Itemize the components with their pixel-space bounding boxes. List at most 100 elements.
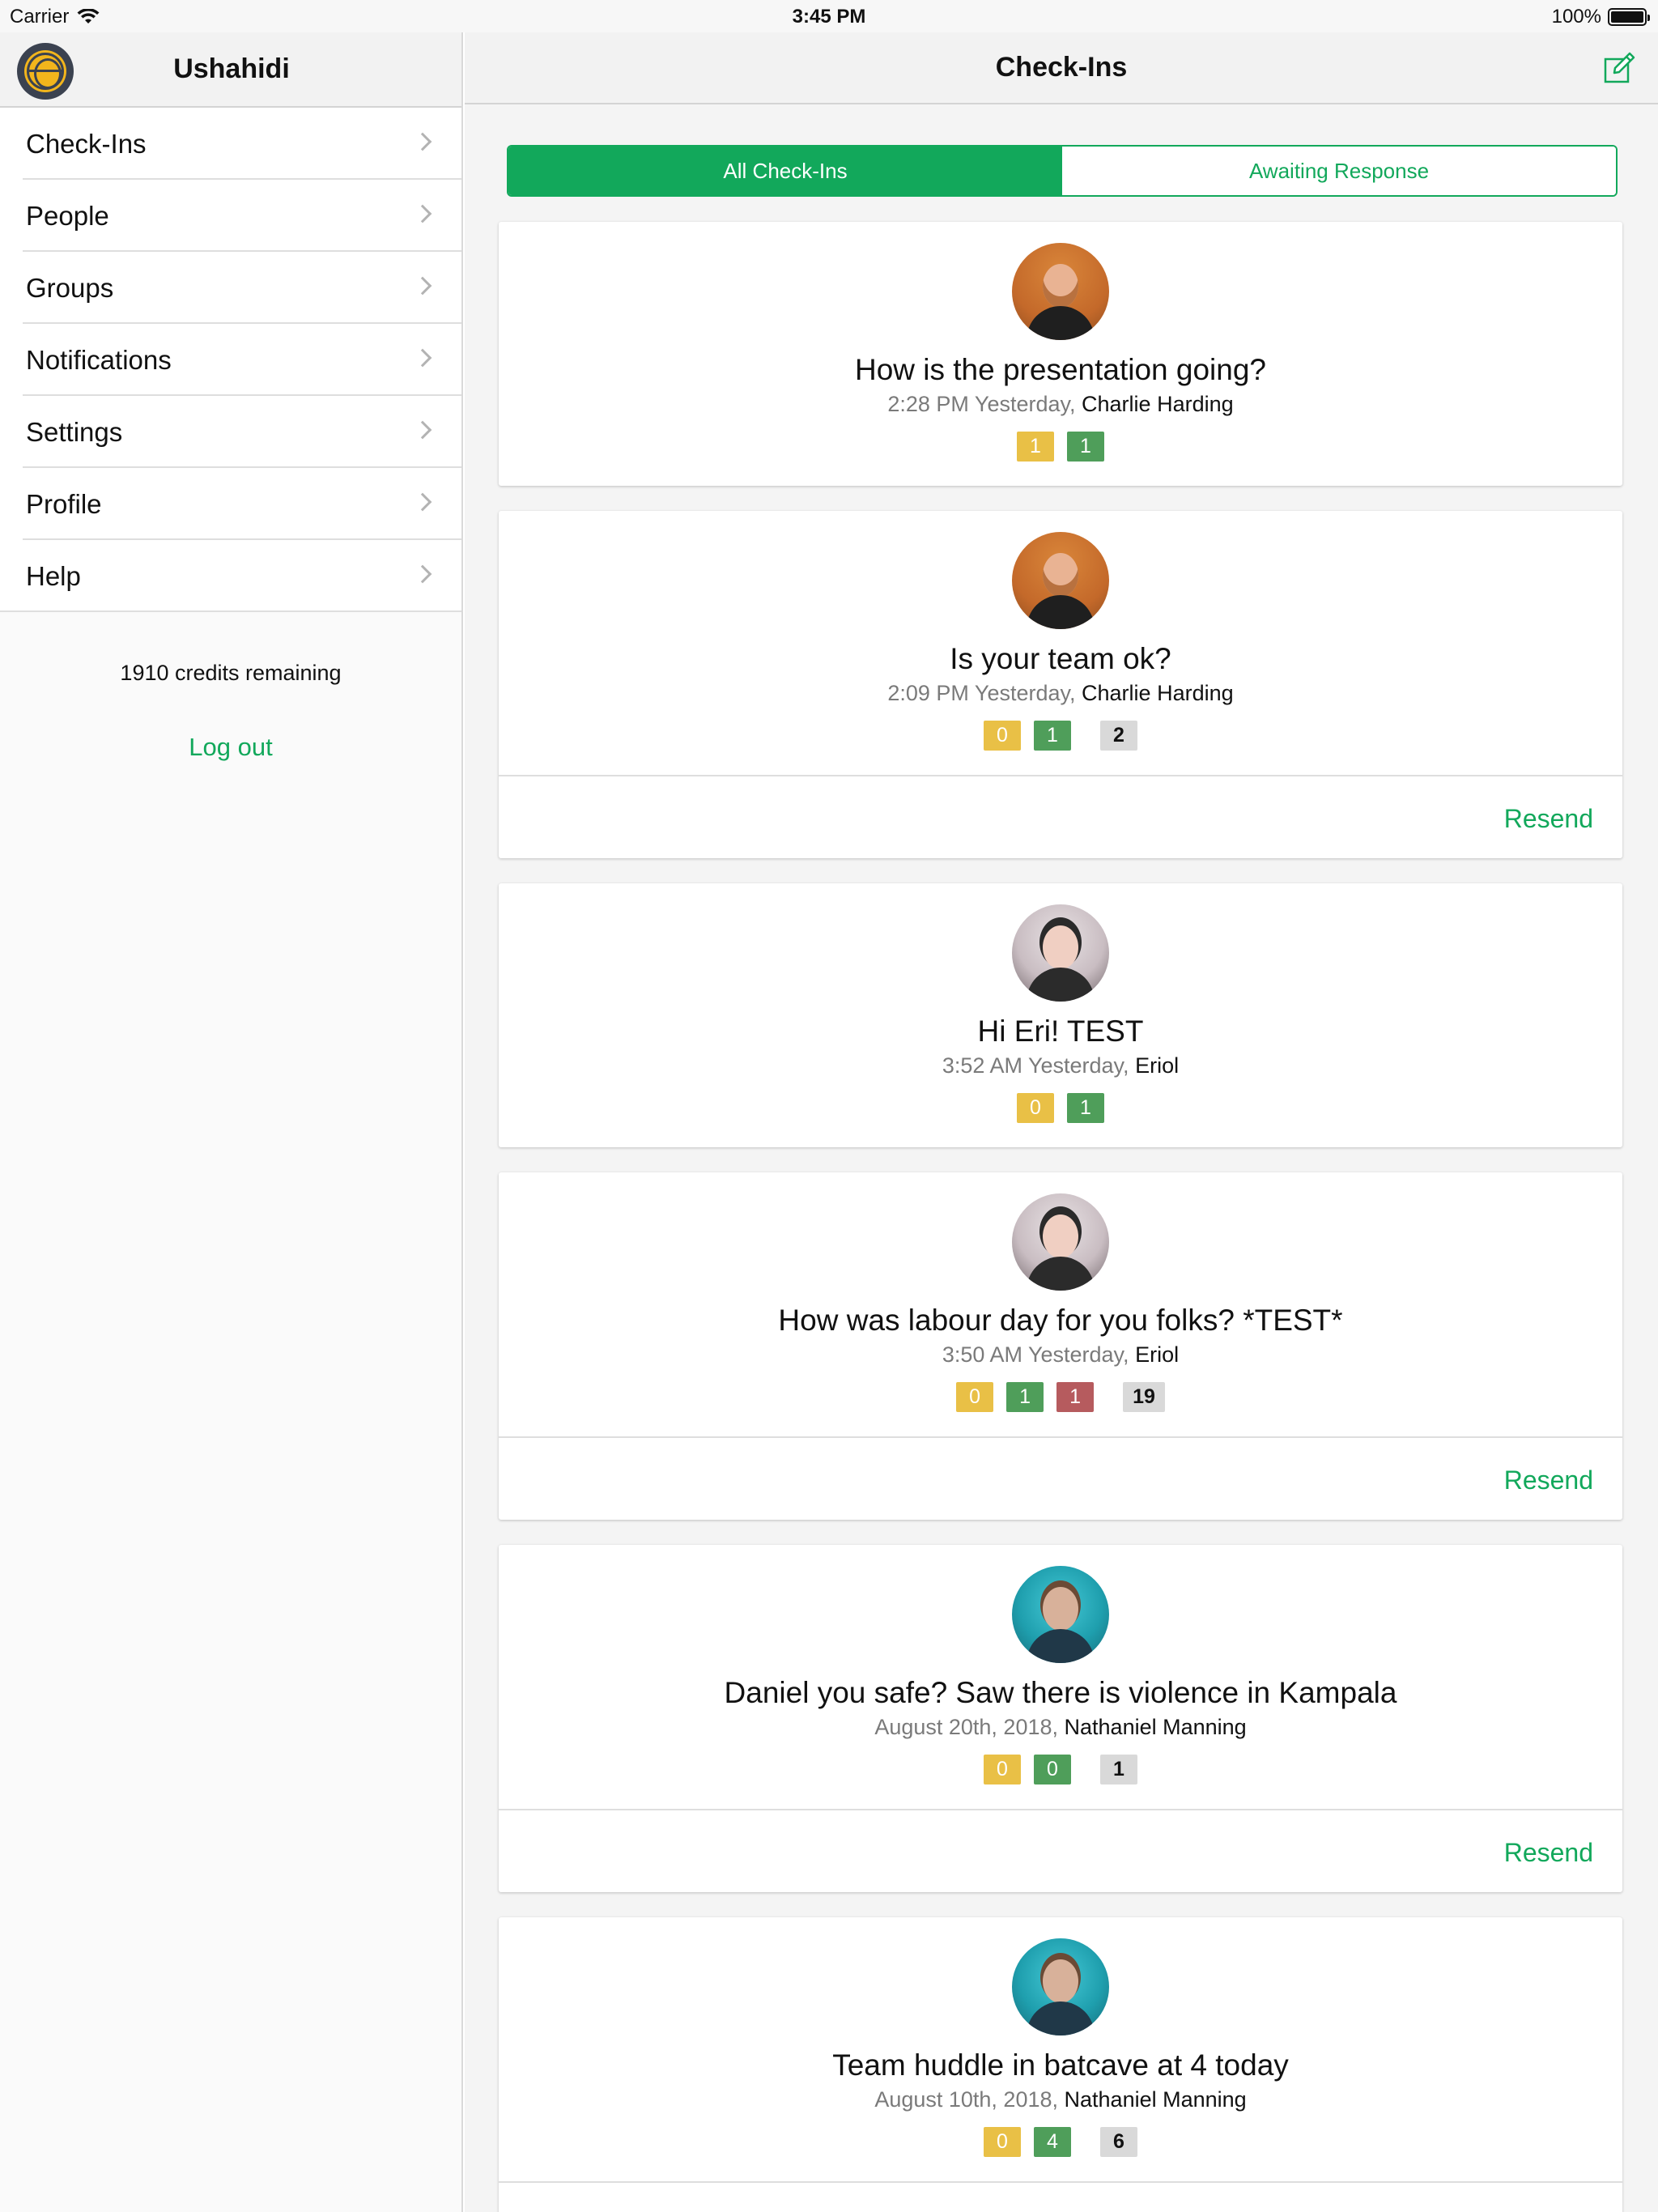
- chevron-right-icon: [413, 420, 432, 440]
- sidebar: Ushahidi Check-Ins People Groups Notific…: [0, 32, 463, 2212]
- check-in-time: August 10th, 2018,: [874, 2087, 1058, 2112]
- chevron-right-icon: [413, 204, 432, 223]
- avatar: [1012, 243, 1109, 340]
- avatar: [1012, 1193, 1109, 1291]
- response-badges: 0 0 1: [499, 1755, 1622, 1784]
- sidebar-item-label: Notifications: [26, 344, 172, 375]
- check-in-meta: August 10th, 2018, Nathaniel Manning: [499, 2087, 1622, 2112]
- check-in-card[interactable]: Team huddle in batcave at 4 today August…: [499, 1917, 1622, 2212]
- check-in-card[interactable]: Hi Eri! TEST 3:52 AM Yesterday, Eriol 0 …: [499, 883, 1622, 1147]
- resend-button[interactable]: Resend: [1504, 804, 1593, 834]
- no-response-count-badge: 2: [1100, 721, 1137, 751]
- card-footer: Resend: [499, 775, 1622, 858]
- ok-count-badge: 1: [1067, 432, 1104, 462]
- no-response-count-badge: 1: [1100, 1755, 1137, 1784]
- check-in-meta: August 20th, 2018, Nathaniel Manning: [499, 1715, 1622, 1740]
- card-footer: [499, 2181, 1622, 2212]
- check-in-question: Daniel you safe? Saw there is violence i…: [724, 1676, 1397, 1709]
- credits-remaining: 1910 credits remaining: [120, 661, 342, 685]
- check-in-author: Charlie Harding: [1082, 681, 1234, 705]
- sidebar-item-check-ins[interactable]: Check-Ins: [0, 108, 461, 180]
- sidebar-item-help[interactable]: Help: [0, 540, 461, 612]
- response-badges: 0 1 1 19: [499, 1382, 1622, 1412]
- ok-count-badge: 4: [1034, 2127, 1071, 2157]
- status-bar: Carrier 3:45 PM 100%: [0, 0, 1658, 32]
- resend-button[interactable]: Resend: [1504, 1465, 1593, 1495]
- check-in-time: 2:28 PM Yesterday,: [887, 392, 1076, 416]
- check-in-card[interactable]: How was labour day for you folks? *TEST*…: [499, 1172, 1622, 1520]
- chevron-right-icon: [413, 492, 432, 512]
- check-in-question: Is your team ok?: [950, 642, 1171, 675]
- check-in-filter: All Check-Ins Awaiting Response: [507, 145, 1618, 197]
- avatar: [1012, 1566, 1109, 1663]
- tab-all-check-ins[interactable]: All Check-Ins: [508, 147, 1062, 195]
- check-in-author: Nathaniel Manning: [1064, 2087, 1247, 2112]
- sidebar-item-people[interactable]: People: [0, 180, 461, 252]
- response-badges: 0 4 6: [499, 2127, 1622, 2157]
- sidebar-item-settings[interactable]: Settings: [0, 396, 461, 468]
- tab-awaiting-response[interactable]: Awaiting Response: [1062, 147, 1616, 195]
- check-in-question: How was labour day for you folks? *TEST*: [778, 1304, 1343, 1337]
- card-footer: Resend: [499, 1436, 1622, 1520]
- ok-count-badge: 1: [1006, 1382, 1044, 1412]
- main-panel: Check-Ins All Check-Ins Awaiting Respons…: [465, 32, 1658, 2212]
- check-in-author: Nathaniel Manning: [1064, 1715, 1247, 1739]
- check-in-question: Team huddle in batcave at 4 today: [832, 2048, 1289, 2082]
- ok-count-badge: 1: [1067, 1093, 1104, 1123]
- no-response-count-badge: 19: [1123, 1382, 1165, 1412]
- chevron-right-icon: [413, 564, 432, 584]
- card-footer: Resend: [499, 1809, 1622, 1892]
- avatar: [1012, 1938, 1109, 2035]
- check-in-time: 3:50 AM Yesterday,: [942, 1342, 1129, 1367]
- ok-count-badge: 0: [1034, 1755, 1071, 1784]
- pending-count-badge: 0: [956, 1382, 994, 1412]
- compose-icon[interactable]: [1603, 52, 1635, 84]
- response-badges: 1 1: [499, 432, 1622, 462]
- sidebar-item-label: Check-Ins: [26, 128, 147, 159]
- sidebar-item-label: People: [26, 200, 109, 231]
- pending-count-badge: 0: [1017, 1093, 1054, 1123]
- sidebar-item-label: Groups: [26, 272, 114, 303]
- sidebar-menu: Check-Ins People Groups Notifications Se…: [0, 108, 461, 612]
- app-title: Ushahidi: [173, 53, 290, 84]
- response-badges: 0 1: [499, 1093, 1622, 1123]
- check-in-author: Charlie Harding: [1082, 392, 1234, 416]
- battery-percent: 100%: [1551, 6, 1601, 28]
- check-in-meta: 3:50 AM Yesterday, Eriol: [499, 1342, 1622, 1368]
- check-in-meta: 3:52 AM Yesterday, Eriol: [499, 1053, 1622, 1078]
- check-in-question: Hi Eri! TEST: [977, 1015, 1144, 1048]
- battery-icon: [1608, 8, 1650, 26]
- avatar: [1012, 532, 1109, 629]
- check-in-meta: 2:09 PM Yesterday, Charlie Harding: [499, 681, 1622, 706]
- sidebar-item-label: Settings: [26, 416, 123, 447]
- chevron-right-icon: [413, 348, 432, 368]
- check-in-card[interactable]: Daniel you safe? Saw there is violence i…: [499, 1545, 1622, 1892]
- page-title: Check-Ins: [995, 52, 1128, 83]
- pending-count-badge: 0: [984, 1755, 1021, 1784]
- check-in-meta: 2:28 PM Yesterday, Charlie Harding: [499, 392, 1622, 417]
- check-in-time: August 20th, 2018,: [874, 1715, 1058, 1739]
- logout-button[interactable]: Log out: [189, 733, 272, 762]
- sidebar-item-notifications[interactable]: Notifications: [0, 324, 461, 396]
- sidebar-item-profile[interactable]: Profile: [0, 468, 461, 540]
- battery-indicator: 100%: [1551, 6, 1650, 28]
- clock: 3:45 PM: [792, 6, 866, 28]
- sidebar-item-label: Help: [26, 560, 81, 591]
- nav-bar: Check-Ins: [465, 32, 1658, 104]
- check-in-time: 3:52 AM Yesterday,: [942, 1053, 1129, 1078]
- check-in-time: 2:09 PM Yesterday,: [887, 681, 1076, 705]
- resend-button[interactable]: Resend: [1504, 1838, 1593, 1868]
- check-in-card[interactable]: How is the presentation going? 2:28 PM Y…: [499, 222, 1622, 486]
- check-in-list: How is the presentation going? 2:28 PM Y…: [499, 222, 1622, 2212]
- sidebar-item-groups[interactable]: Groups: [0, 252, 461, 324]
- response-badges: 0 1 2: [499, 721, 1622, 751]
- check-in-author: Eriol: [1135, 1053, 1180, 1078]
- check-in-question: How is the presentation going?: [854, 353, 1267, 386]
- chevron-right-icon: [413, 276, 432, 296]
- check-in-card[interactable]: Is your team ok? 2:09 PM Yesterday, Char…: [499, 511, 1622, 858]
- sidebar-item-label: Profile: [26, 488, 102, 519]
- chevron-right-icon: [413, 132, 432, 151]
- sidebar-header: Ushahidi: [0, 32, 461, 108]
- ok-count-badge: 1: [1034, 721, 1071, 751]
- pending-count-badge: 0: [984, 721, 1021, 751]
